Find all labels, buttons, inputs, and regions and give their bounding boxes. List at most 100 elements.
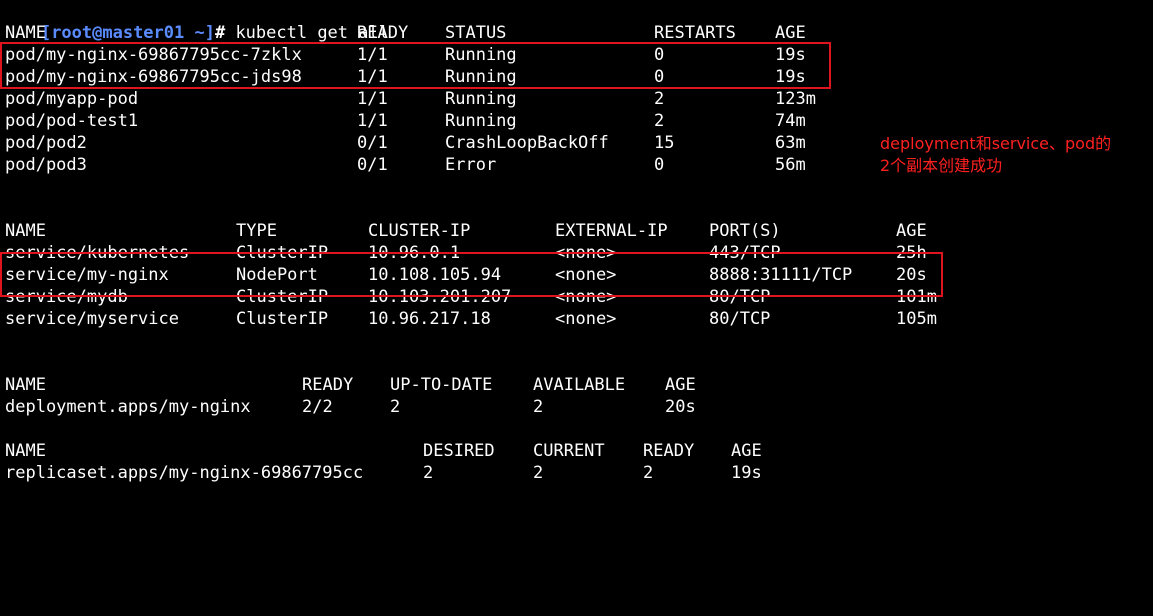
pod-status: Running xyxy=(445,89,517,109)
service-cluster-ip: 10.96.0.1 xyxy=(368,243,461,263)
deployment-ready: 2/2 xyxy=(302,397,333,417)
pod-ready: 1/1 xyxy=(357,67,388,87)
deployment-age: 20s xyxy=(665,397,696,417)
deployment-up-to-date: 2 xyxy=(390,397,401,417)
pod-age: 74m xyxy=(775,111,806,131)
service-external-ip: <none> xyxy=(555,243,617,263)
pod-age: 19s xyxy=(775,45,806,65)
pod-ready: 1/1 xyxy=(357,45,388,65)
col-header-status: STATUS xyxy=(445,23,507,43)
table-row: pod/pod3 0/1 Error 0 56m xyxy=(0,154,806,176)
col-header-desired: DESIRED xyxy=(423,441,495,461)
service-external-ip: <none> xyxy=(555,287,617,307)
pod-status: Error xyxy=(445,155,497,175)
col-header-age: AGE xyxy=(665,375,696,395)
service-name: service/myservice xyxy=(5,309,179,329)
pod-status: Running xyxy=(445,111,517,131)
service-type: ClusterIP xyxy=(236,287,329,307)
annotation-line-1: deployment和service、pod的 xyxy=(880,134,1112,153)
table-row: pod/my-nginx-69867795cc-jds98 1/1 Runnin… xyxy=(0,66,806,88)
table-row: service/myservice ClusterIP 10.96.217.18… xyxy=(0,308,937,330)
col-header-name: NAME xyxy=(5,23,46,43)
table-row: deployment.apps/my-nginx 2/2 2 2 20s xyxy=(0,396,696,418)
pod-restarts: 15 xyxy=(654,133,675,153)
pod-name: pod/pod3 xyxy=(5,155,87,175)
col-header-age: AGE xyxy=(731,441,762,461)
service-name: service/kubernetes xyxy=(5,243,190,263)
replicaset-desired: 2 xyxy=(423,463,434,483)
col-header-age: AGE xyxy=(896,221,927,241)
pods-header-row: NAME READY STATUS RESTARTS AGE xyxy=(0,22,806,44)
table-row: pod/myapp-pod 1/1 Running 2 123m xyxy=(0,88,816,110)
table-row: service/my-nginx NodePort 10.108.105.94 … xyxy=(0,264,927,286)
pod-ready: 1/1 xyxy=(357,89,388,109)
service-ports: 80/TCP xyxy=(709,309,771,329)
pod-restarts: 2 xyxy=(654,89,665,109)
col-header-restarts: RESTARTS xyxy=(654,23,736,43)
col-header-up-to-date: UP-TO-DATE xyxy=(390,375,493,395)
annotation-line-2: 2个副本创建成功 xyxy=(880,156,1003,175)
service-external-ip: <none> xyxy=(555,309,617,329)
terminal-window[interactable]: [root@master01 ~]# kubectl get all NAME … xyxy=(0,0,1153,502)
deployment-name: deployment.apps/my-nginx xyxy=(5,397,251,417)
prompt-line: [root@master01 ~]# kubectl get all xyxy=(0,0,389,43)
pod-status: Running xyxy=(445,45,517,65)
service-type: ClusterIP xyxy=(236,243,329,263)
annotation-note: deployment和service、pod的 2个副本创建成功 xyxy=(880,133,1111,177)
col-header-ready: READY xyxy=(357,23,409,43)
service-cluster-ip: 10.96.217.18 xyxy=(368,309,491,329)
pod-ready: 1/1 xyxy=(357,111,388,131)
pod-age: 63m xyxy=(775,133,806,153)
table-row: service/kubernetes ClusterIP 10.96.0.1 <… xyxy=(0,242,927,264)
pod-age: 56m xyxy=(775,155,806,175)
replicaset-ready: 2 xyxy=(643,463,654,483)
prompt-symbol: # xyxy=(214,23,236,43)
pod-status: Running xyxy=(445,67,517,87)
table-row: pod/my-nginx-69867795cc-7zklx 1/1 Runnin… xyxy=(0,44,806,66)
service-ports: 8888:31111/TCP xyxy=(709,265,853,285)
deployment-available: 2 xyxy=(533,397,544,417)
col-header-ports: PORT(S) xyxy=(709,221,781,241)
pod-name: pod/my-nginx-69867795cc-7zklx xyxy=(5,45,302,65)
service-type: NodePort xyxy=(236,265,318,285)
pod-age: 123m xyxy=(775,89,816,109)
replicaset-current: 2 xyxy=(533,463,544,483)
col-header-ready: READY xyxy=(643,441,695,461)
col-header-name: NAME xyxy=(5,441,46,461)
pod-restarts: 0 xyxy=(654,67,665,87)
service-age: 105m xyxy=(896,309,937,329)
pod-restarts: 0 xyxy=(654,45,665,65)
service-age: 101m xyxy=(896,287,937,307)
col-header-ready: READY xyxy=(302,375,354,395)
pod-ready: 0/1 xyxy=(357,133,388,153)
pod-restarts: 2 xyxy=(654,111,665,131)
table-row: pod/pod2 0/1 CrashLoopBackOff 15 63m xyxy=(0,132,806,154)
table-row: service/mydb ClusterIP 10.103.201.207 <n… xyxy=(0,286,937,308)
pod-name: pod/my-nginx-69867795cc-jds98 xyxy=(5,67,302,87)
replicasets-header-row: NAME DESIRED CURRENT READY AGE xyxy=(0,440,762,462)
pod-ready: 0/1 xyxy=(357,155,388,175)
service-type: ClusterIP xyxy=(236,309,329,329)
col-header-name: NAME xyxy=(5,221,46,241)
service-age: 20s xyxy=(896,265,927,285)
pod-name: pod/pod-test1 xyxy=(5,111,139,131)
service-ports: 80/TCP xyxy=(709,287,771,307)
service-external-ip: <none> xyxy=(555,265,617,285)
pod-name: pod/pod2 xyxy=(5,133,87,153)
service-cluster-ip: 10.103.201.207 xyxy=(368,287,512,307)
col-header-age: AGE xyxy=(775,23,806,43)
table-row: pod/pod-test1 1/1 Running 2 74m xyxy=(0,110,806,132)
replicaset-name: replicaset.apps/my-nginx-69867795cc xyxy=(5,463,364,483)
col-header-cluster-ip: CLUSTER-IP xyxy=(368,221,471,241)
col-header-current: CURRENT xyxy=(533,441,605,461)
table-row: replicaset.apps/my-nginx-69867795cc 2 2 … xyxy=(0,462,762,484)
prompt-user-host: [root@master01 ~] xyxy=(40,23,215,43)
pod-name: pod/myapp-pod xyxy=(5,89,139,109)
service-age: 25h xyxy=(896,243,927,263)
col-header-name: NAME xyxy=(5,375,46,395)
service-name: service/mydb xyxy=(5,287,128,307)
col-header-external-ip: EXTERNAL-IP xyxy=(555,221,668,241)
col-header-available: AVAILABLE xyxy=(533,375,626,395)
pod-age: 19s xyxy=(775,67,806,87)
service-cluster-ip: 10.108.105.94 xyxy=(368,265,502,285)
